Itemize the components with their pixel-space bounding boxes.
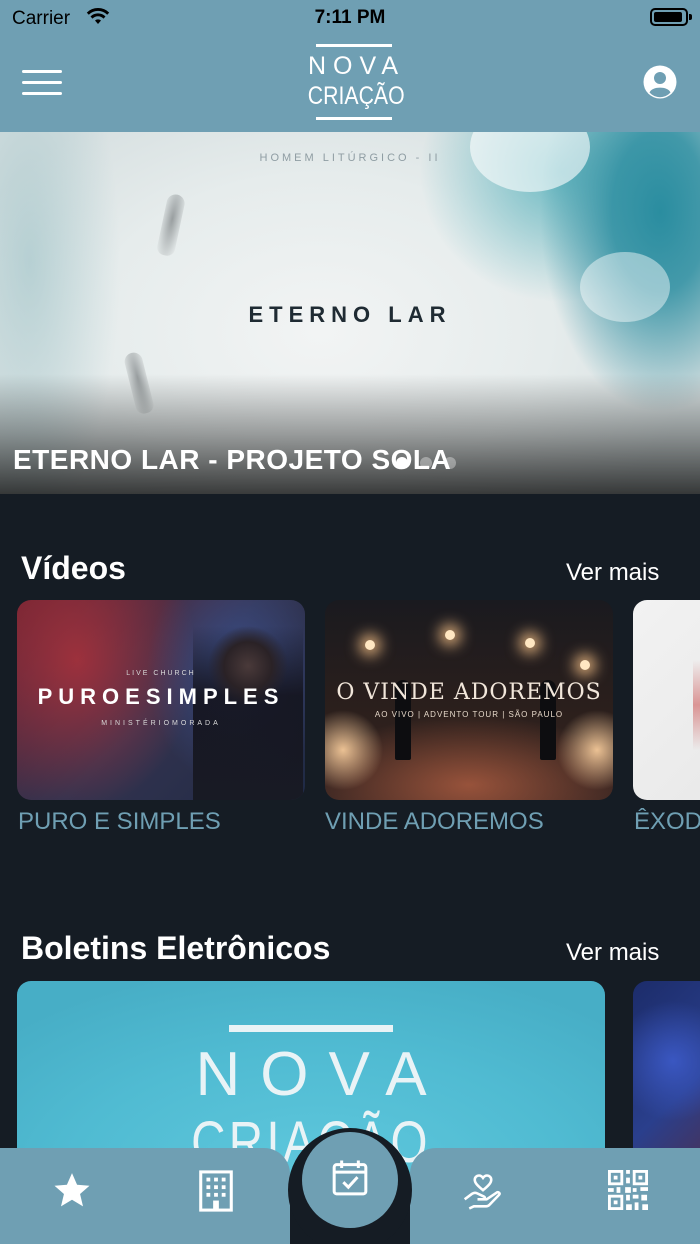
- menu-button[interactable]: [22, 70, 62, 96]
- carousel-dot[interactable]: [444, 457, 456, 469]
- video-label[interactable]: VINDE ADOREMOS: [325, 808, 544, 836]
- video-label[interactable]: ÊXODO: [634, 808, 700, 836]
- hero-carousel[interactable]: HOMEM LITÚRGICO - II ETERNO LAR ETERNO L…: [0, 132, 700, 494]
- videos-section-title: Vídeos: [21, 550, 126, 586]
- video-label[interactable]: PURO E SIMPLES: [18, 808, 221, 836]
- video-card-puro-e-simples[interactable]: LIVE CHURCH PUROESIMPLES MINISTÉRIOMORAD…: [17, 600, 305, 800]
- tab-church[interactable]: [188, 1170, 244, 1226]
- video-thumb-subtitle: AO VIVO | ADVENTO TOUR | SÃO PAULO: [374, 710, 564, 719]
- carousel-dot[interactable]: [420, 457, 432, 469]
- tab-agenda[interactable]: [302, 1132, 398, 1228]
- hero-image-top-text: HOMEM LITÚRGICO - II: [259, 152, 441, 164]
- tab-favorites[interactable]: [44, 1170, 100, 1226]
- top-header: Carrier 7:11 PM NOVA CRIAÇÃO: [0, 0, 700, 132]
- logo-line1: NOVA: [308, 52, 405, 80]
- app-screen: Carrier 7:11 PM NOVA CRIAÇÃO HOMEM LITÚR…: [0, 0, 700, 1244]
- video-thumb-small-bottom: MINISTÉRIOMORADA: [101, 720, 221, 727]
- clock-label: 7:11 PM: [314, 7, 386, 28]
- hero-caption: ETERNO LAR - PROJETO SOLA: [13, 444, 452, 475]
- hamburger-menu-icon: [22, 70, 62, 73]
- tab-qr-code[interactable]: [600, 1170, 656, 1226]
- footprint: [155, 192, 187, 258]
- building-icon: [199, 1170, 233, 1212]
- tab-donations[interactable]: [455, 1170, 511, 1226]
- video-card-exodo[interactable]: [633, 600, 700, 800]
- carousel-pagination[interactable]: [396, 456, 468, 470]
- heart-hand-icon: [463, 1174, 501, 1210]
- user-circle-icon: [643, 65, 677, 99]
- logo-line2: CRIAÇÃO: [307, 82, 405, 110]
- app-logo: NOVA CRIAÇÃO: [300, 44, 405, 122]
- star-icon: [54, 1173, 90, 1207]
- status-bar: Carrier 7:11 PM: [0, 0, 700, 36]
- qr-code-icon: [608, 1170, 648, 1210]
- bulletin-logo-line1: NOVA: [195, 1040, 447, 1109]
- bottom-tab-bar: [0, 1128, 700, 1244]
- videos-see-more-link[interactable]: Ver mais: [566, 559, 659, 587]
- bulletins-see-more-link[interactable]: Ver mais: [566, 939, 659, 967]
- video-thumb-title: O VINDE ADOREMOS: [336, 680, 602, 705]
- video-thumb-title: PUROESIMPLES: [37, 684, 285, 709]
- bulletins-section-title: Boletins Eletrônicos: [21, 930, 331, 966]
- calendar-check-icon: [332, 1160, 368, 1196]
- hero-image-title: ETERNO LAR: [248, 302, 452, 327]
- video-thumb-small-top: LIVE CHURCH: [126, 670, 196, 677]
- carousel-dot[interactable]: [396, 457, 408, 469]
- profile-button[interactable]: [642, 64, 678, 100]
- video-card-vinde-adoremos[interactable]: O VINDE ADOREMOS AO VIVO | ADVENTO TOUR …: [325, 600, 613, 800]
- battery-icon: [650, 8, 692, 26]
